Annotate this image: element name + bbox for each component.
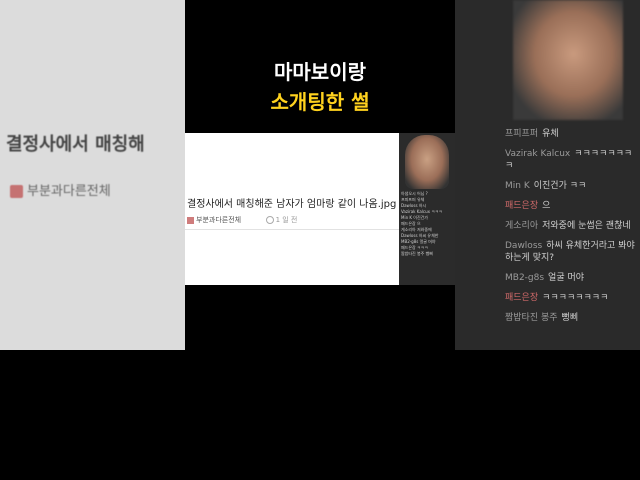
- video-title-line2: 소개팅한 썰: [270, 90, 370, 114]
- chat-message: 패드은장 으: [505, 200, 640, 212]
- chat-text: 으: [542, 201, 551, 211]
- chat-message: 짬밥타진 봉주 뻥삐: [505, 312, 640, 324]
- chat-text: 얼굴 머야: [548, 273, 585, 283]
- post-board: 부분과다른전체: [196, 216, 242, 224]
- post-meta: 부분과다른전체 1 일 전: [187, 215, 297, 225]
- chat-username: MB2-g8s: [505, 273, 545, 283]
- streamer-face-image: [513, 0, 623, 120]
- chat-username: Vazirak Kalcux: [505, 149, 571, 159]
- clock-icon: [265, 216, 274, 224]
- chat-username: 패드은장: [505, 201, 539, 211]
- chat-text: 뻥삐: [561, 313, 579, 323]
- post-title: 결정사에서 매칭해준 남자가 엄마랑 같이 나옴.jpg: [187, 199, 397, 210]
- background-post-title: 결정사에서 매칭해: [6, 134, 145, 155]
- chat-text: 유체: [542, 129, 559, 139]
- chat-username: 패드은장: [505, 293, 539, 303]
- background-chat: 프피프퍼 유체 Vazirak Kalcux ㅋㅋㅋㅋㅋㅋㅋㅋ Min K 이진건가 ㅋㅋ…: [505, 128, 640, 332]
- chat-username: 짬밥타진 봉주: [505, 313, 558, 323]
- background-board: 부분과다른전체: [10, 180, 111, 199]
- chat-username: 게소리아: [505, 221, 539, 231]
- chat-username: 프피프퍼: [505, 129, 539, 139]
- stream-overlay: 아샘오시 어님 ? 프피프퍼 유체 Dawloss 하시 Vazirak Kalcux…: [399, 133, 455, 285]
- board-icon: [187, 216, 194, 224]
- streamer-face-image: [405, 135, 449, 189]
- background-left-panel: 결정사에서 매칭해 부분과다른전체: [0, 0, 185, 350]
- post-card[interactable]: 결정사에서 매칭해준 남자가 엄마랑 같이 나옴.jpg 부분과다른전체 1 일…: [185, 133, 399, 285]
- chat-text: ㅋㅋㅋㅋㅋㅋㅋㅋ: [542, 293, 609, 303]
- chat-message: 프피프퍼 유체: [505, 128, 640, 140]
- chat-message: Min K 이진건가 ㅋㅋ: [505, 180, 640, 192]
- chat-text: 이진건가 ㅋㅋ: [533, 181, 587, 191]
- post-time: 1 일 전: [275, 216, 298, 224]
- mini-chat-line: 짬밥타진 봉주 뻥삐: [401, 251, 433, 256]
- chat-message: 패드은장 ㅋㅋㅋㅋㅋㅋㅋㅋ: [505, 292, 640, 304]
- chat-message: Dawloss 하씨 유체한거라고 봐야하는게 맞지?: [505, 240, 640, 264]
- mini-chat: 아샘오시 어님 ? 프피프퍼 유체 Dawloss 하시 Vazirak Kalcux…: [399, 191, 455, 257]
- board-icon: [10, 185, 23, 198]
- background-right-panel: 프피프퍼 유체 Vazirak Kalcux ㅋㅋㅋㅋㅋㅋㅋㅋ Min K 이진건가 ㅋㅋ…: [455, 0, 640, 350]
- chat-message: 게소리아 저와중에 눈썹은 괜찮네: [505, 220, 640, 232]
- chat-text: 저와중에 눈썹은 괜찮네: [542, 221, 631, 231]
- chat-message: Vazirak Kalcux ㅋㅋㅋㅋㅋㅋㅋㅋ: [505, 148, 640, 172]
- chat-message: MB2-g8s 얼굴 머야: [505, 272, 640, 284]
- divider: [185, 229, 399, 230]
- chat-username: Min K: [505, 181, 530, 191]
- video-title-line1: 마마보이랑: [274, 60, 366, 84]
- chat-username: Dawloss: [505, 241, 543, 251]
- video-panel: 마마보이랑 소개팅한 썰 결정사에서 매칭해준 남자가 엄마랑 같이 나옴.jp…: [185, 0, 455, 480]
